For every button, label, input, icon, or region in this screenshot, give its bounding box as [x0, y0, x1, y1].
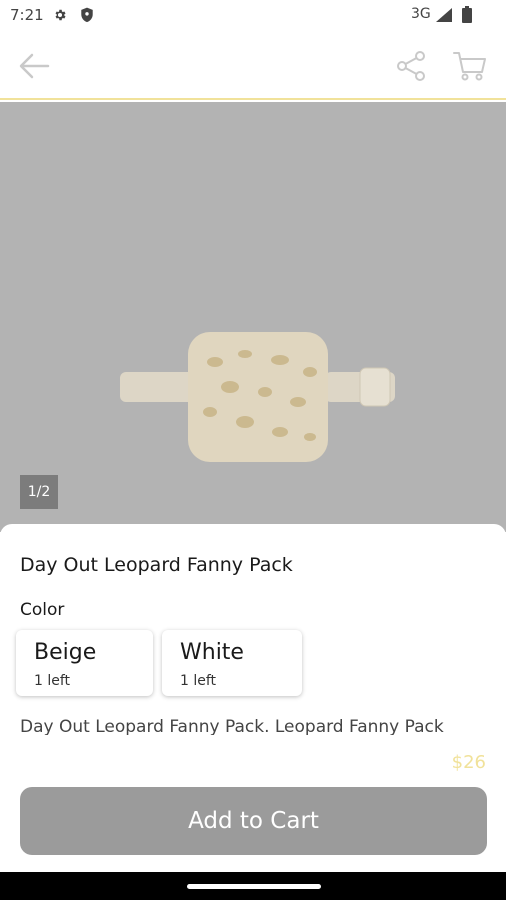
product-image-gallery[interactable]: 1/2	[0, 102, 506, 532]
signal-icon	[436, 8, 452, 22]
product-description: Day Out Leopard Fanny Pack. Leopard Fann…	[20, 717, 444, 735]
shield-icon	[81, 7, 93, 23]
status-time: 7:21	[10, 6, 44, 24]
color-option-name: Beige	[34, 640, 97, 665]
color-option-beige[interactable]: Beige 1 left	[16, 630, 153, 696]
cart-icon[interactable]	[452, 50, 488, 82]
battery-icon	[462, 6, 472, 23]
system-navigation-bar	[0, 872, 506, 900]
gear-icon	[55, 9, 66, 21]
image-counter: 1/2	[20, 475, 58, 509]
share-icon[interactable]	[396, 50, 428, 82]
color-label: Color	[20, 600, 65, 620]
color-option-white[interactable]: White 1 left	[162, 630, 302, 696]
fanny-pack-image	[120, 332, 400, 462]
network-type: 3G	[411, 6, 431, 22]
color-option-stock: 1 left	[180, 673, 217, 689]
product-price: $26	[451, 752, 486, 773]
back-arrow-icon[interactable]	[16, 50, 52, 82]
status-bar: 7:21 3G	[0, 0, 506, 30]
color-option-stock: 1 left	[34, 673, 71, 689]
product-title: Day Out Leopard Fanny Pack	[20, 554, 293, 576]
add-to-cart-button[interactable]: Add to Cart	[20, 787, 487, 855]
color-option-name: White	[180, 640, 244, 665]
product-details-sheet: Day Out Leopard Fanny Pack Color Beige 1…	[0, 524, 506, 872]
home-indicator[interactable]	[187, 884, 321, 889]
app-bar	[0, 30, 506, 100]
